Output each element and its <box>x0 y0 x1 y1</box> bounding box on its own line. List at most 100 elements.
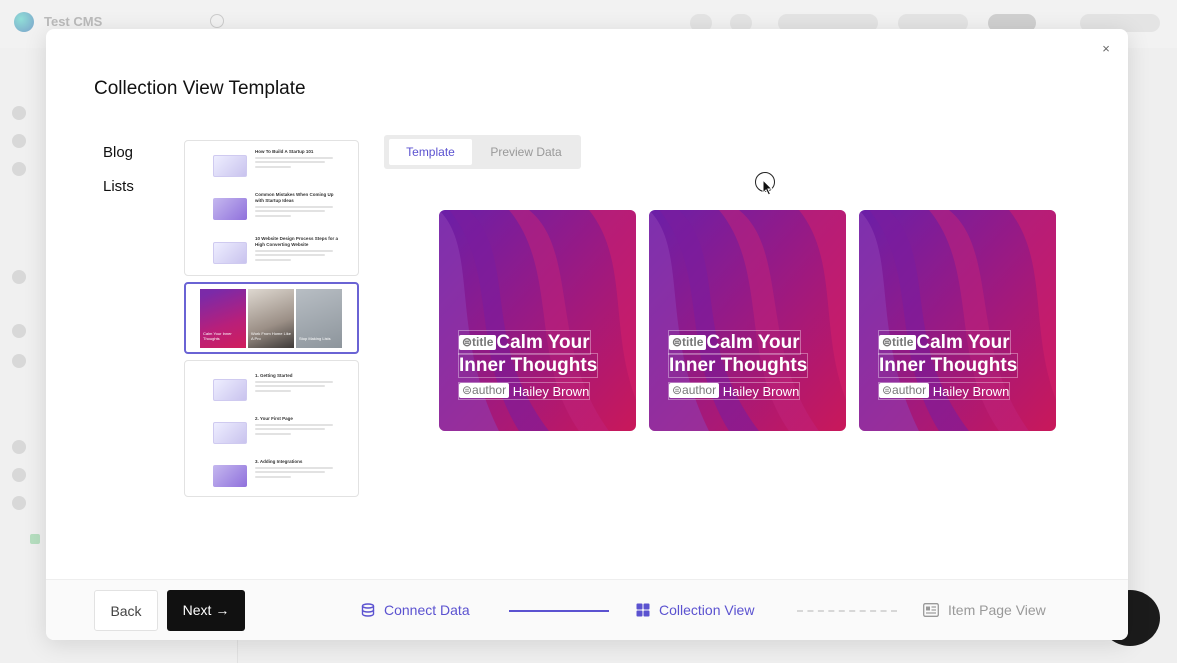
category-lists[interactable]: Lists <box>103 178 134 195</box>
category-blog[interactable]: Blog <box>103 144 134 161</box>
text-line <box>255 433 291 435</box>
thumbnail-image <box>213 422 247 444</box>
mouse-pointer-icon <box>762 179 774 196</box>
grid-tile: Work From Home Like A Pro <box>248 289 294 348</box>
text-line <box>255 259 291 261</box>
author-variable-tag: ⊜author <box>879 383 930 398</box>
database-icon <box>361 603 375 617</box>
thumbnail-image <box>213 465 247 487</box>
background-sidebar-dot <box>12 134 26 148</box>
text-line <box>255 157 333 159</box>
card-title-line-2: Inner Thoughts <box>877 353 1019 378</box>
list-item: 3. Adding Integrations <box>213 459 343 495</box>
text-line <box>255 390 291 392</box>
modal-footer: Back Next → Connect Data Collection View <box>46 579 1128 640</box>
card-text: ⊜title Calm Your Inner Thoughts ⊜author H… <box>457 330 624 400</box>
thumbnail-image <box>213 155 247 177</box>
thumbnail-image <box>213 242 247 264</box>
grid-tile: Stop Making Lists <box>296 289 342 348</box>
text-line <box>255 424 333 426</box>
grid-tile: Calm Your Inner Thoughts <box>200 289 246 348</box>
list-item: 1. Getting Started <box>213 373 343 409</box>
grid-icon <box>636 603 650 617</box>
card-title-line-2: Inner Thoughts <box>457 353 599 378</box>
text-line <box>255 471 325 473</box>
list-item: 10 Website Design Process Steps for a Hi… <box>213 236 343 272</box>
thumbnail-image <box>213 198 247 220</box>
text-line <box>255 428 325 430</box>
category-nav: Blog Lists <box>103 144 134 212</box>
collection-view-template-modal: × Collection View Template Blog Lists Ho… <box>46 29 1128 640</box>
page-layout-icon <box>923 603 939 617</box>
background-sidebar-dot <box>12 106 26 120</box>
step-item-page-view: Item Page View <box>923 600 1046 620</box>
step-label: Item Page View <box>948 602 1046 618</box>
title-variable-tag: ⊜title <box>459 335 497 350</box>
list-item: How To Build A Startup 101 <box>213 149 343 185</box>
grid-tile-title: Stop Making Lists <box>299 336 331 341</box>
list-item-title: 1. Getting Started <box>255 373 293 378</box>
background-status-icon <box>30 534 40 544</box>
author-variable-tag: ⊜author <box>459 383 510 398</box>
background-sidebar-dot <box>12 162 26 176</box>
template-option-list-2[interactable]: 1. Getting Started 2. Your First Page 3.… <box>184 360 359 497</box>
author-variable-tag: ⊜author <box>669 383 720 398</box>
text-line <box>255 206 333 208</box>
title-variable-tag: ⊜title <box>669 335 707 350</box>
step-connect-data: Connect Data <box>361 600 470 620</box>
background-sidebar-dot <box>12 468 26 482</box>
step-connector-pending <box>797 610 897 612</box>
card-author-name: Hailey Brown <box>722 384 800 399</box>
tab-preview-data[interactable]: Preview Data <box>476 139 576 165</box>
step-label: Collection View <box>659 602 755 618</box>
title-variable-tag: ⊜title <box>879 335 917 350</box>
back-button[interactable]: Back <box>94 590 158 631</box>
card-text: ⊜title Calm Your Inner Thoughts ⊜author H… <box>877 330 1044 400</box>
background-plus-icon <box>210 14 224 28</box>
next-button[interactable]: Next → <box>167 590 245 631</box>
view-tabs: Template Preview Data <box>384 135 581 169</box>
text-line <box>255 215 291 217</box>
list-item-title: 10 Website Design Process Steps for a Hi… <box>255 236 338 247</box>
step-label: Connect Data <box>384 602 470 618</box>
preview-card[interactable]: ⊜title Calm Your Inner Thoughts ⊜author H… <box>649 210 846 431</box>
list-item-title: 2. Your First Page <box>255 416 293 421</box>
list-item-title: 3. Adding Integrations <box>255 459 303 464</box>
text-line <box>255 385 325 387</box>
card-title-line-2: Inner Thoughts <box>667 353 809 378</box>
text-line <box>255 161 325 163</box>
list-item-title: Common Mistakes When Coming Up with Star… <box>255 192 334 203</box>
template-option-list-1[interactable]: How To Build A Startup 101 Common Mistak… <box>184 140 359 276</box>
app-logo-icon <box>14 12 34 32</box>
preview-card[interactable]: ⊜title Calm Your Inner Thoughts ⊜author H… <box>859 210 1056 431</box>
text-line <box>255 166 291 168</box>
card-title-line-1: Calm Your <box>916 332 1010 353</box>
background-sidebar-dot <box>12 440 26 454</box>
text-line <box>255 467 333 469</box>
tab-template[interactable]: Template <box>389 139 472 165</box>
step-collection-view: Collection View <box>636 600 754 620</box>
background-sidebar-dot <box>12 270 26 284</box>
card-author-name: Hailey Brown <box>932 384 1010 399</box>
grid-tile-title: Calm Your Inner Thoughts <box>203 331 232 341</box>
step-connector-complete <box>509 610 609 612</box>
card-author-name: Hailey Brown <box>512 384 590 399</box>
list-item-title: How To Build A Startup 101 <box>255 149 314 154</box>
list-item: Common Mistakes When Coming Up with Star… <box>213 192 343 228</box>
template-option-grid[interactable]: Calm Your Inner Thoughts Work From Home … <box>184 282 359 354</box>
text-line <box>255 381 333 383</box>
text-line <box>255 210 325 212</box>
background-sidebar-dot <box>12 354 26 368</box>
list-item: 2. Your First Page <box>213 416 343 452</box>
grid-tile-title: Work From Home Like A Pro <box>251 331 291 341</box>
background-sidebar-dot <box>12 496 26 510</box>
card-title-line-1: Calm Your <box>496 332 590 353</box>
card-text: ⊜title Calm Your Inner Thoughts ⊜author H… <box>667 330 834 400</box>
close-button[interactable]: × <box>1098 41 1114 57</box>
text-line <box>255 476 291 478</box>
preview-card[interactable]: ⊜title Calm Your Inner Thoughts ⊜author H… <box>439 210 636 431</box>
modal-title: Collection View Template <box>94 78 306 99</box>
text-line <box>255 254 325 256</box>
text-line <box>255 250 333 252</box>
card-title-line-1: Calm Your <box>706 332 800 353</box>
